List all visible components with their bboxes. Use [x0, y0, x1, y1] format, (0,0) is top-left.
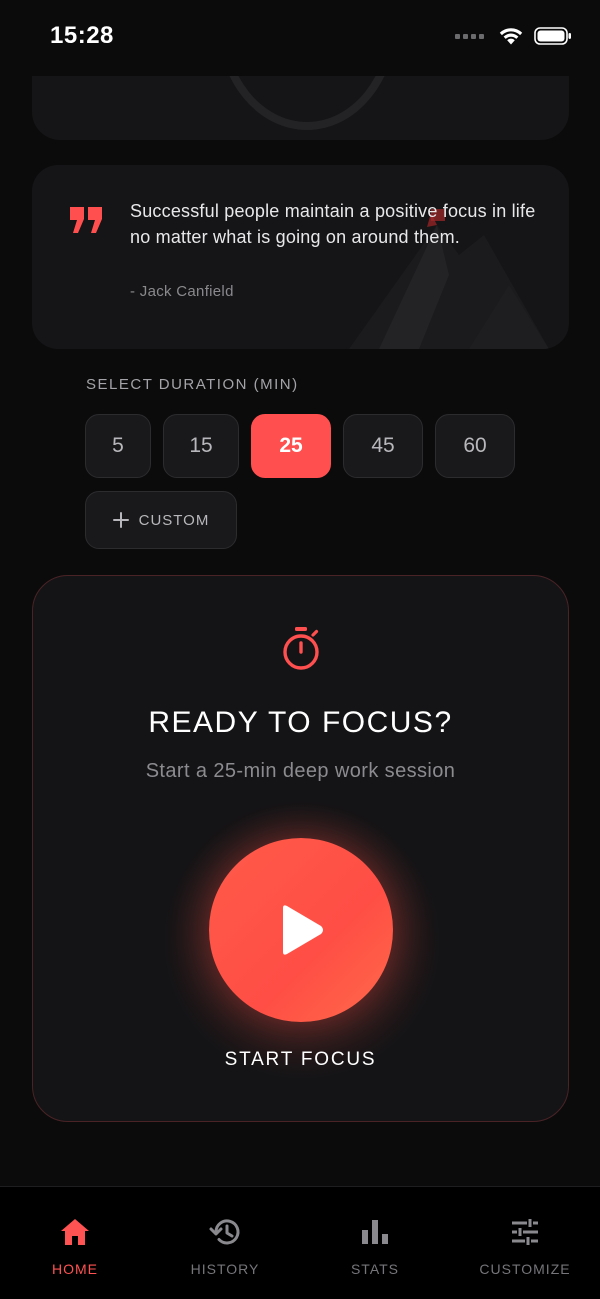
nav-item-stats[interactable]: STATS	[300, 1187, 450, 1299]
quote-card: Successful people maintain a positive fo…	[32, 165, 569, 349]
nav-item-customize[interactable]: CUSTOMIZE	[450, 1187, 600, 1299]
duration-option-60[interactable]: 60	[435, 414, 515, 478]
start-focus-label: START FOCUS	[224, 1049, 377, 1070]
nav-label-stats: STATS	[350, 1261, 400, 1277]
quote-icon	[70, 207, 102, 233]
focus-card: READY TO FOCUS? Start a 25-min deep work…	[32, 575, 569, 1122]
plus-icon	[112, 512, 129, 528]
status-time: 15:28	[50, 22, 114, 49]
custom-duration-button[interactable]: CUSTOM	[85, 491, 237, 549]
quote-text: Successful people maintain a positive fo…	[130, 201, 536, 247]
stopwatch-icon	[283, 627, 319, 670]
duration-option-15[interactable]: 15	[163, 414, 239, 478]
stats-icon	[362, 1220, 388, 1244]
mountain-illustration	[349, 209, 549, 349]
status-bar: 15:28	[0, 0, 600, 76]
duration-option-5[interactable]: 5	[85, 414, 151, 478]
cellular-signal-icon	[455, 33, 484, 39]
status-icons	[455, 26, 572, 46]
start-focus-button[interactable]	[209, 838, 393, 1022]
wifi-icon	[499, 28, 523, 45]
battery-icon	[534, 27, 571, 45]
duration-label: SELECT DURATION (MIN)	[86, 376, 299, 393]
bottom-nav: HOME HISTORY STATS CUSTOMIZE	[0, 1186, 600, 1299]
duration-option-25[interactable]: 25	[251, 414, 331, 478]
duration-option-45[interactable]: 45	[343, 414, 423, 478]
nav-item-history[interactable]: HISTORY	[150, 1187, 300, 1299]
quote-author: - Jack Canfield	[130, 283, 234, 300]
nav-label-customize: CUSTOMIZE	[479, 1261, 571, 1277]
history-icon	[209, 1219, 240, 1245]
nav-item-home[interactable]: HOME	[0, 1187, 150, 1299]
custom-duration-label: CUSTOM	[138, 511, 210, 529]
home-icon	[61, 1219, 89, 1245]
sliders-icon	[512, 1219, 538, 1245]
nav-label-history: HISTORY	[190, 1261, 260, 1277]
focus-title: READY TO FOCUS?	[148, 706, 453, 739]
play-icon	[283, 905, 323, 955]
focus-subtitle: Start a 25-min deep work session	[145, 760, 456, 782]
nav-label-home: HOME	[52, 1261, 98, 1277]
